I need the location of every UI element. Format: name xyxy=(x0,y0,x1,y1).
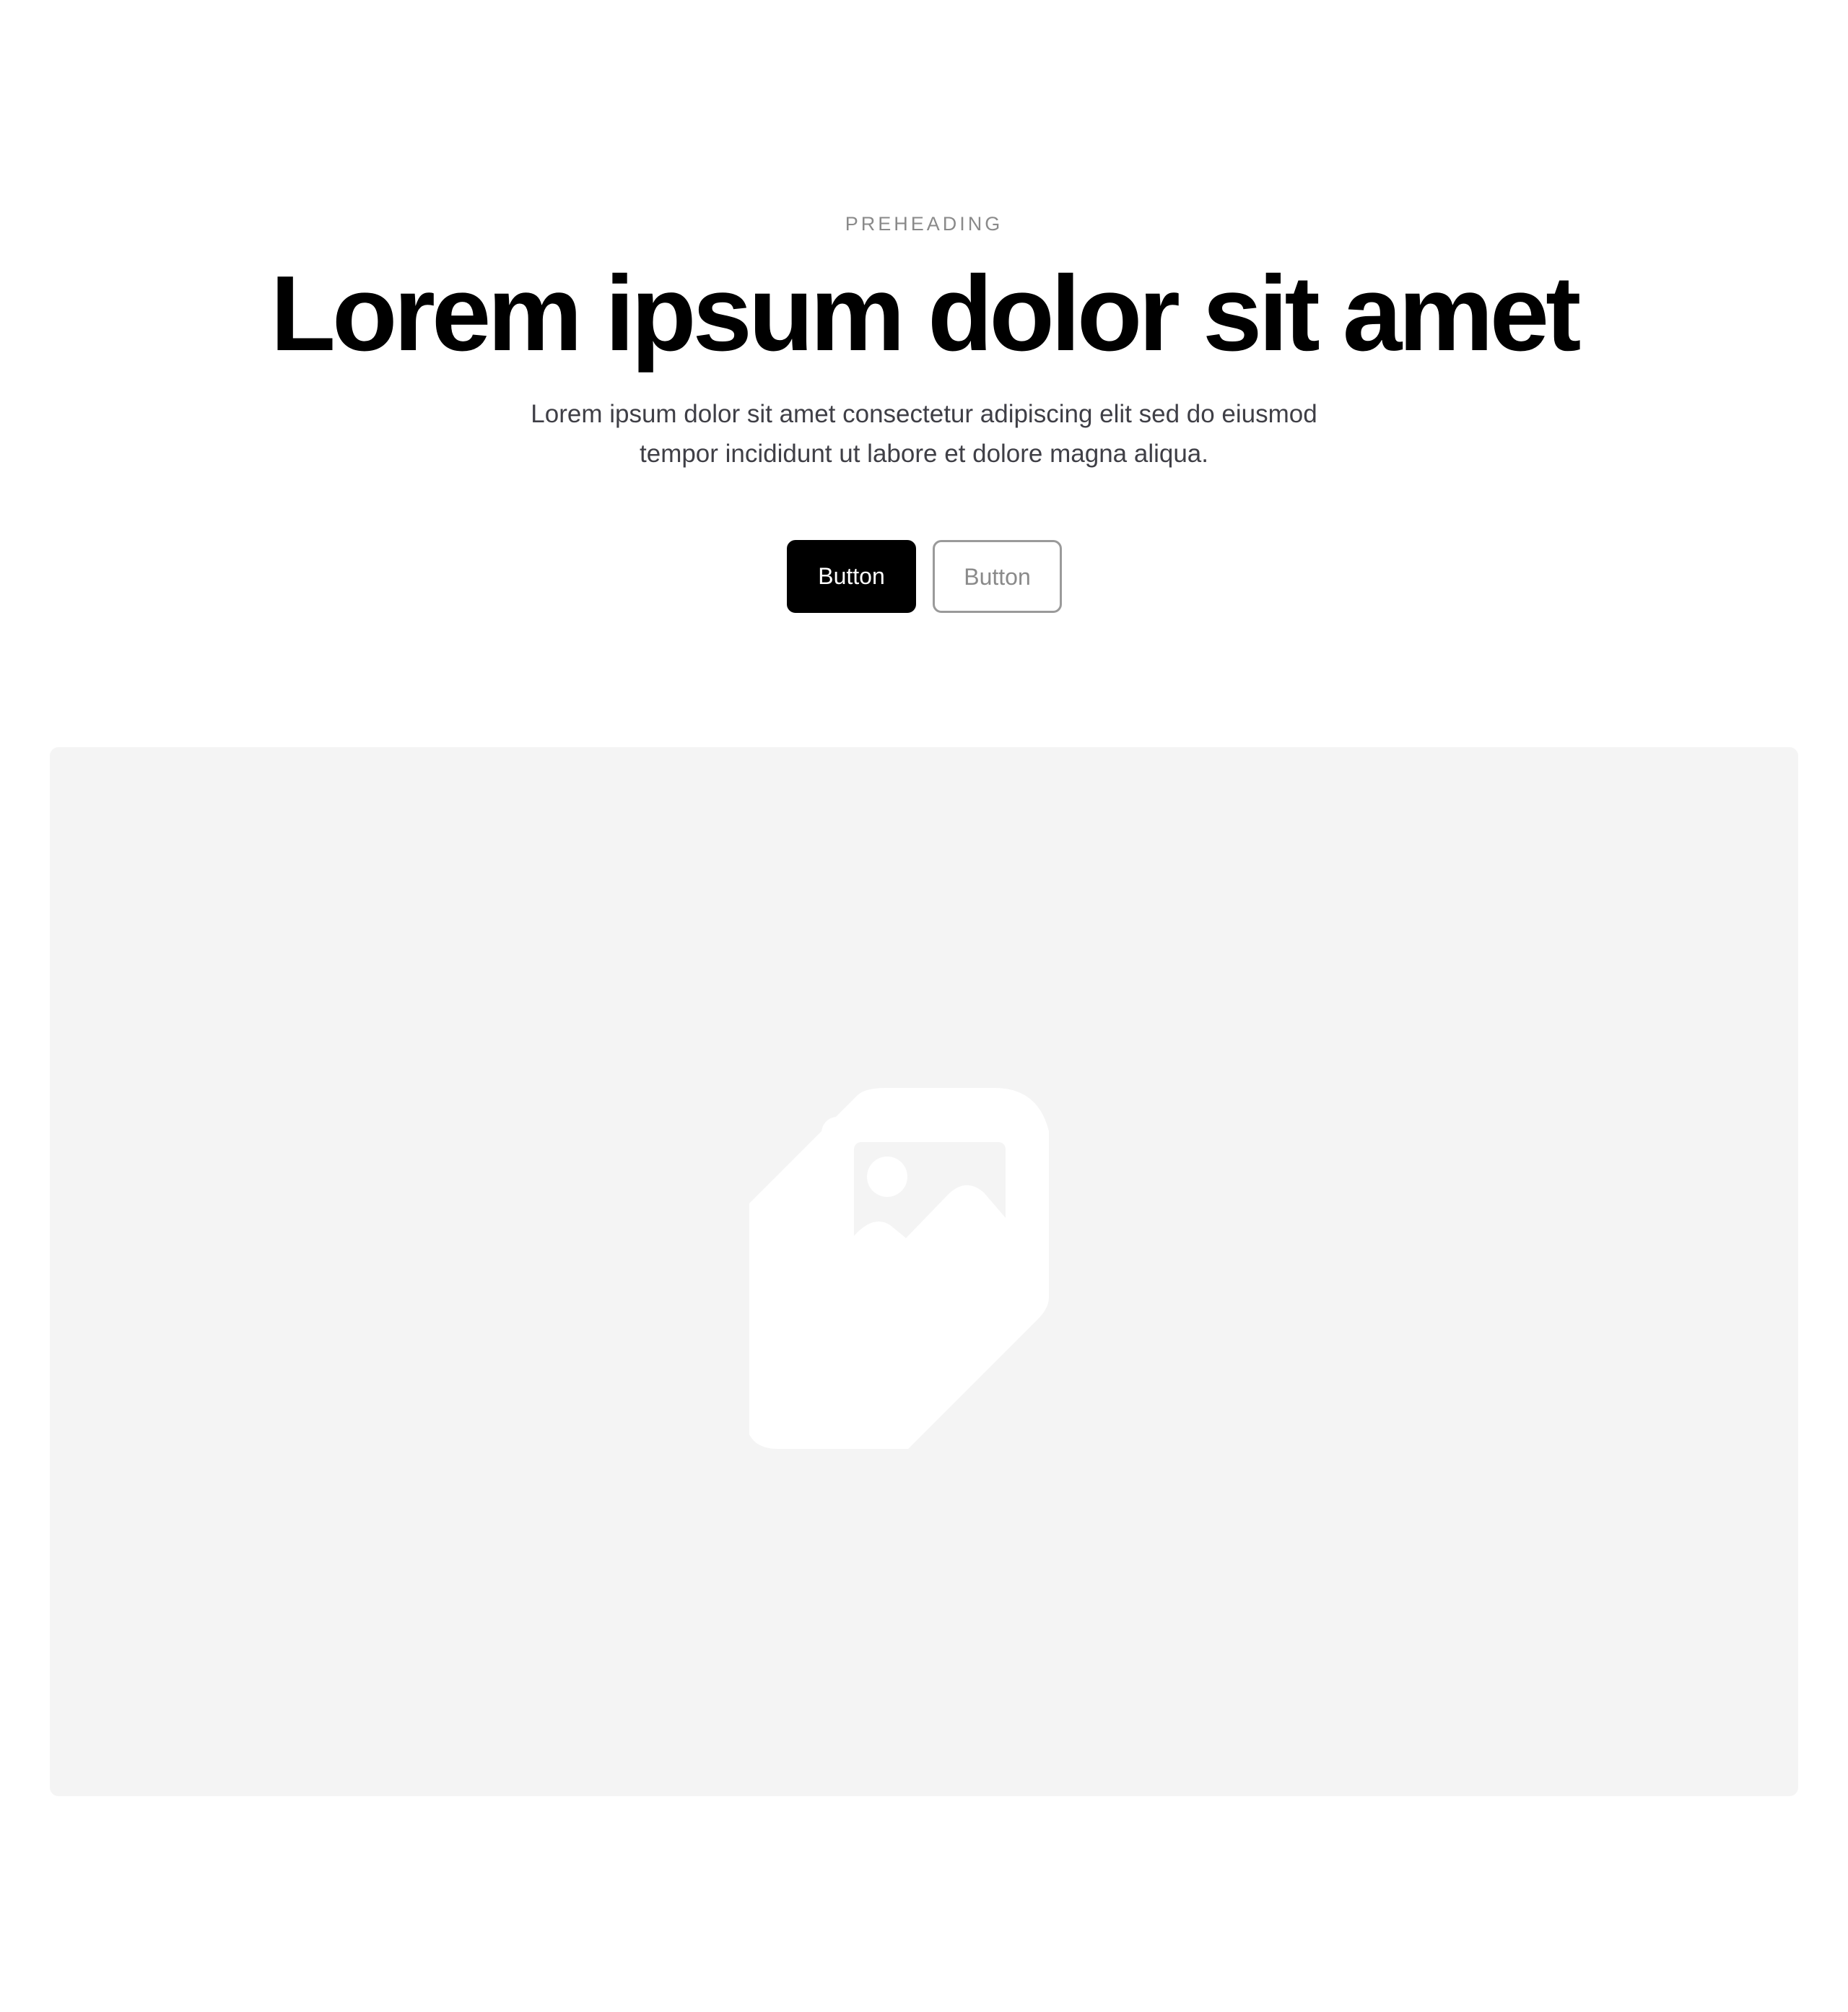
hero-subtitle: Lorem ipsum dolor sit amet consectetur a… xyxy=(531,400,1317,468)
image-placeholder xyxy=(50,747,1798,1796)
secondary-button[interactable]: Button xyxy=(933,540,1062,613)
primary-button[interactable]: Button xyxy=(787,540,916,613)
preheading: PREHEADING xyxy=(845,213,1003,235)
image-placeholder-icon xyxy=(749,1088,1049,1449)
page-title: Lorem ipsum dolor sit amet xyxy=(270,254,1582,373)
